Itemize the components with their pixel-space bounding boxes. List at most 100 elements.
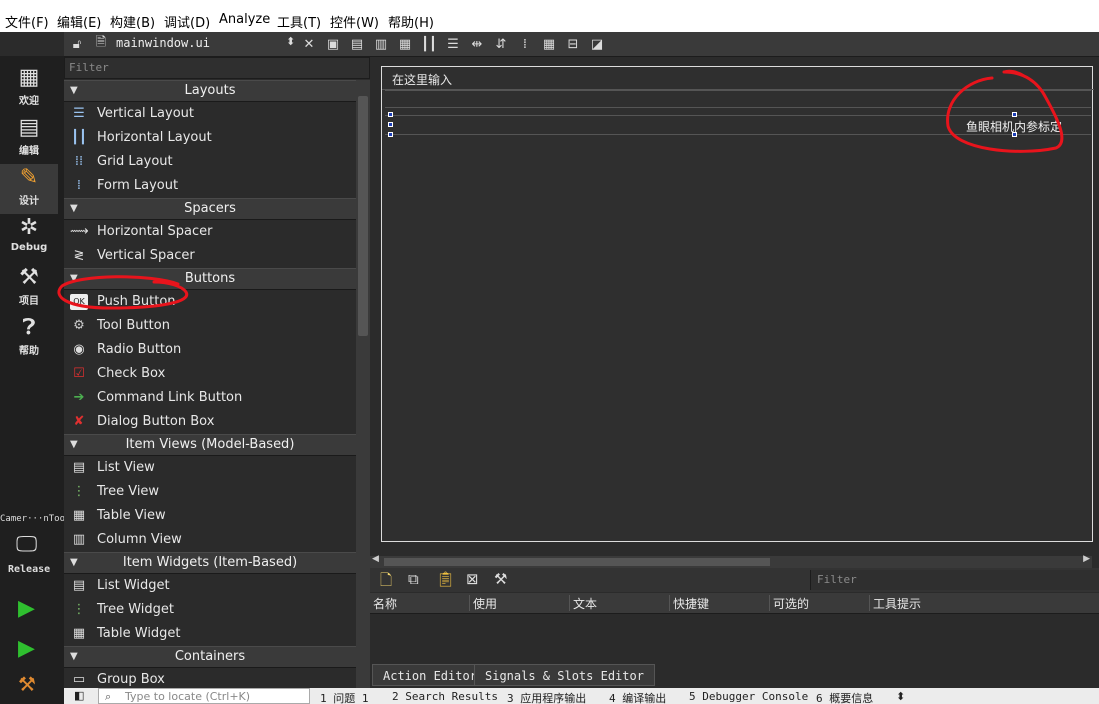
paste-action-icon[interactable]: 📋︎ [436,570,455,588]
widget-command-link-button[interactable]: ➔ Command Link Button [64,386,356,410]
pane-debugger-console[interactable]: 5 Debugger Console [689,690,808,703]
selection-handle[interactable] [1012,132,1017,137]
widget-push-button[interactable]: OK Push Button [64,290,356,314]
toggle-sidebar-icon[interactable]: ◧ [74,689,84,702]
pane-general-messages[interactable]: 6 概要信息 [816,690,873,704]
close-document-icon[interactable]: ✕ [300,35,318,53]
pane-app-output[interactable]: 3 应用程序输出 [507,690,586,704]
widget-check-box[interactable]: ☑ Check Box [64,362,356,386]
selection-handle[interactable] [388,122,393,127]
category-containers[interactable]: ▼ Containers [64,646,356,668]
widget-list-widget[interactable]: ▤ List Widget [64,574,356,598]
lock-icon[interactable]: 🔓︎ [68,35,86,53]
column-header[interactable]: 使用 [470,595,570,611]
configure-action-icon[interactable]: ⚒ [494,570,507,588]
menu-file[interactable]: 文件(F) [5,12,49,31]
mode-debug[interactable]: ✲ Debug [0,214,58,264]
pane-compile-output[interactable]: 4 编译输出 [609,690,666,704]
menu-edit[interactable]: 编辑(E) [57,12,101,31]
form-window[interactable]: 在这里输入 鱼眼相机内参标定 [381,66,1094,542]
scrollbar-thumb[interactable] [358,96,368,336]
locator-input[interactable]: Type to locate (Ctrl+K) ⌕ [98,688,310,704]
edit-buddies-icon[interactable]: ▥ [372,35,390,53]
widget-dialog-button-box[interactable]: ✘ Dialog Button Box [64,410,356,434]
widget-radio-button[interactable]: ◉ Radio Button [64,338,356,362]
adjust-size-icon[interactable]: ◪ [588,35,606,53]
widget-box-scrollbar[interactable] [356,80,370,688]
mode-help[interactable]: ❓︎ 帮助 [0,314,58,364]
tab-signals-slots-editor[interactable]: Signals & Slots Editor [474,664,655,686]
pane-issues[interactable]: 1 问题 1 [320,690,369,704]
widget-horizontal-layout[interactable]: ┃┃ Horizontal Layout [64,126,356,150]
break-layout-icon[interactable]: ⊟ [564,35,582,53]
tab-action-editor[interactable]: Action Editor [372,664,488,686]
menu-help[interactable]: 帮助(H) [388,12,434,31]
layout-vertical-icon[interactable]: ☰ [444,35,462,53]
layout-splitter-v-icon[interactable]: ⇵ [492,35,510,53]
pane-chooser-arrow-icon[interactable]: ⬍ [896,690,905,703]
widget-table-view[interactable]: ▦ Table View [64,504,356,528]
widget-tree-widget[interactable]: ⋮ Tree Widget [64,598,356,622]
widget-column-view[interactable]: ▥ Column View [64,528,356,552]
scrollbar-thumb[interactable] [384,558,770,566]
new-action-icon[interactable]: 🗋︎ [380,570,392,595]
widget-table-widget[interactable]: ▦ Table Widget [64,622,356,646]
widget-vertical-spacer[interactable]: ≷ Vertical Spacer [64,244,356,268]
selection-handle[interactable] [388,112,393,117]
menu-debug[interactable]: 调试(D) [164,12,210,31]
widget-list-view[interactable]: ▤ List View [64,456,356,480]
monitor-icon[interactable]: 🖵︎ [16,532,37,557]
form-line-edit[interactable]: 在这里输入 [382,67,1094,90]
edit-signals-icon[interactable]: ▤ [348,35,366,53]
build-hammer-icon[interactable]: ⚒ [18,672,36,696]
run-icon[interactable]: ▶ [18,596,35,621]
category-item-views[interactable]: ▼ Item Views (Model-Based) [64,434,356,456]
category-spacers[interactable]: ▼ Spacers [64,198,356,220]
form-layout-row[interactable] [385,90,1091,108]
widget-grid-layout[interactable]: ⁞⁞ Grid Layout [64,150,356,174]
mode-welcome[interactable]: ▦ 欢迎 [0,64,58,114]
widget-form-layout[interactable]: ⁞ Form Layout [64,174,356,198]
edit-widgets-icon[interactable]: ▣ [324,35,342,53]
menu-tools[interactable]: 工具(T) [277,12,321,31]
menu-bar: 文件(F) 编辑(E) 构建(B) 调试(D) Analyze 工具(T) 控件… [0,8,1099,32]
selection-handle[interactable] [388,132,393,137]
canvas-h-scrollbar[interactable]: ◀ ▶ [370,554,1092,568]
column-view-icon: ▥ [72,532,86,547]
open-file-combo[interactable]: mainwindow.ui [116,36,210,50]
pane-search-results[interactable]: 2 Search Results [392,690,498,703]
layout-grid-icon[interactable]: ▦ [540,35,558,53]
action-filter-input[interactable]: Filter [810,570,1099,590]
column-header[interactable]: 工具提示 [870,595,1099,611]
widget-horizontal-spacer[interactable]: ⟿ Horizontal Spacer [64,220,356,244]
combo-arrow-icon[interactable]: ⬍ [286,35,295,48]
layout-horizontal-icon[interactable]: ┃┃ [420,35,438,53]
scroll-left-icon[interactable]: ◀ [372,554,379,564]
mode-edit[interactable]: ▤ 编辑 [0,114,58,164]
column-header[interactable]: 文本 [570,595,670,611]
mode-projects[interactable]: ⚒ 项目 [0,264,58,314]
debug-run-icon[interactable]: ▶ [18,636,35,661]
category-item-widgets[interactable]: ▼ Item Widgets (Item-Based) [64,552,356,574]
widget-vertical-layout[interactable]: ☰ Vertical Layout [64,102,356,126]
layout-form-icon[interactable]: ⁞ [516,35,534,53]
delete-action-icon[interactable]: ⊠ [466,570,479,588]
menu-build[interactable]: 构建(B) [110,12,155,31]
column-header[interactable]: 可选的 [770,595,870,611]
widget-tree-view[interactable]: ⋮ Tree View [64,480,356,504]
scroll-right-icon[interactable]: ▶ [1083,554,1090,564]
column-header[interactable]: 快捷键 [670,595,770,611]
category-buttons[interactable]: ▼ Buttons [64,268,356,290]
menu-analyze[interactable]: Analyze [219,12,270,27]
copy-action-icon[interactable]: ⧉ [408,570,419,588]
widget-group-box[interactable]: ▭ Group Box [64,668,356,688]
widget-filter-input[interactable]: Filter [64,57,370,79]
edit-tab-order-icon[interactable]: ▦ [396,35,414,53]
category-layouts[interactable]: ▼ Layouts [64,80,356,102]
widget-tool-button[interactable]: ⚙ Tool Button [64,314,356,338]
mode-design[interactable]: ✎ 设计 [0,164,58,214]
layout-splitter-h-icon[interactable]: ⇹ [468,35,486,53]
column-header[interactable]: 名称 [370,595,470,611]
selection-handle[interactable] [1012,112,1017,117]
menu-widgets[interactable]: 控件(W) [330,12,379,31]
